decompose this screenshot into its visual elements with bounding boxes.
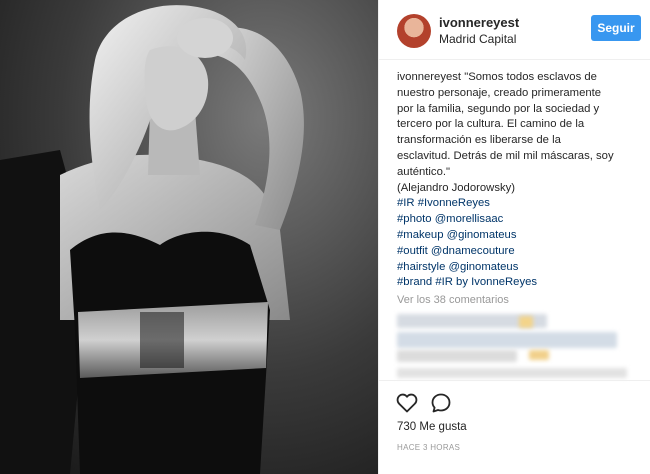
caption-text-line: esclavitud. Detrás de mil mil máscaras, …	[397, 149, 614, 162]
post-actions: 730 Me gusta HACE 3 HORAS	[379, 380, 650, 474]
post-header: ivonnereyest Madrid Capital Seguir	[379, 0, 650, 60]
post-photo[interactable]	[0, 0, 378, 474]
caption-text-line: tercero por la cultura. El camino de la	[397, 118, 585, 131]
caption-hashtag-line[interactable]: #makeup @ginomateus	[397, 228, 637, 244]
post-details-panel: ivonnereyest Madrid Capital Seguir ivonn…	[378, 0, 650, 474]
caption-hashtag-line[interactable]: #brand #IR by IvonneReyes	[397, 275, 637, 291]
likes-count[interactable]: 730 Me gusta	[397, 421, 467, 433]
view-comments-link[interactable]: Ver los 38 comentarios	[397, 294, 509, 306]
post-caption: ivonnereyest "Somos todos esclavos de nue…	[397, 70, 637, 291]
location-link[interactable]: Madrid Capital	[439, 32, 516, 46]
caption-text-line: nuestro personaje, creado primeramente	[397, 86, 602, 99]
caption-hashtag-line[interactable]: #outfit @dnamecouture	[397, 244, 637, 260]
follow-button[interactable]: Seguir	[591, 15, 641, 41]
caption-hashtag-line[interactable]: #hairstyle @ginomateus	[397, 260, 637, 276]
caption-text-line: por la familia, segundo por la sociedad …	[397, 102, 600, 115]
caption-hashtag-line[interactable]: #IR #IvonneReyes	[397, 196, 637, 212]
caption-text-line: transformación es liberarse de la	[397, 134, 561, 147]
caption-text-line: (Alejandro Jodorowsky)	[397, 181, 516, 194]
post-timestamp[interactable]: HACE 3 HORAS	[397, 443, 460, 452]
username-link[interactable]: ivonnereyest	[439, 15, 519, 30]
comment-bubble-icon[interactable]	[429, 391, 453, 415]
heart-outline-icon[interactable]	[395, 391, 419, 415]
post-photo-image	[0, 0, 378, 474]
caption-text-line: auténtico."	[397, 165, 450, 178]
avatar[interactable]	[397, 14, 431, 48]
caption-hashtag-line[interactable]: #photo @morellisaac	[397, 212, 637, 228]
caption-text-line: ivonnereyest "Somos todos esclavos de	[397, 71, 597, 83]
